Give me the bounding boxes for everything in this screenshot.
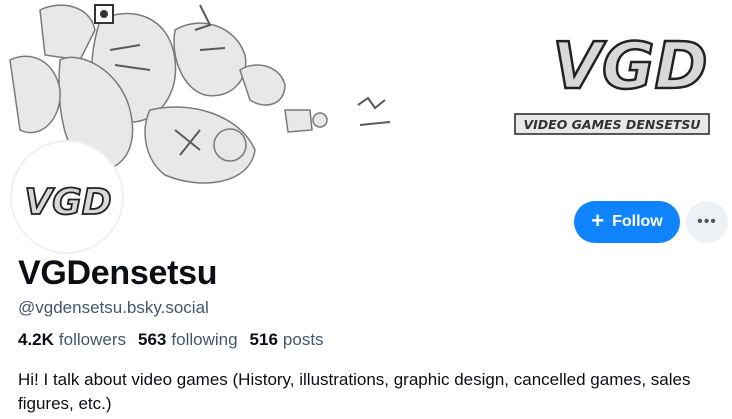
followers-count: 4.2K	[18, 330, 54, 349]
following-link[interactable]: 563 following	[138, 330, 238, 350]
ellipsis-icon: •••	[697, 213, 717, 230]
profile-stats: 4.2K followers 563 following 516 posts	[18, 330, 324, 350]
avatar-logo: VGD	[23, 181, 112, 224]
follow-button-label: Follow	[612, 213, 663, 230]
posts-count: 516	[249, 330, 278, 349]
followers-link[interactable]: 4.2K followers	[18, 330, 126, 350]
banner-logo-text: VGD	[552, 30, 707, 104]
follow-button[interactable]: + Follow	[574, 201, 680, 243]
banner-logo: VGD VIDEO GAMES DENSETSU	[514, 29, 710, 135]
handle: @vgdensetsu.bsky.social	[18, 298, 209, 317]
profile-actions: + Follow •••	[574, 201, 728, 243]
followers-label: followers	[58, 330, 127, 349]
posts-label: posts	[282, 330, 324, 349]
more-options-button[interactable]: •••	[686, 201, 728, 243]
avatar-logo-text: VGD	[24, 182, 111, 223]
posts-stat: 516 posts	[250, 330, 324, 350]
following-label: following	[171, 330, 238, 349]
profile-bio: Hi! I talk about video games (History, i…	[18, 370, 691, 413]
avatar[interactable]: VGD	[10, 140, 124, 254]
display-name: VGDensetsu	[18, 254, 218, 292]
plus-icon: +	[591, 208, 605, 233]
banner-logo-subtitle: VIDEO GAMES DENSETSU	[523, 117, 700, 132]
following-count: 563	[138, 330, 167, 349]
